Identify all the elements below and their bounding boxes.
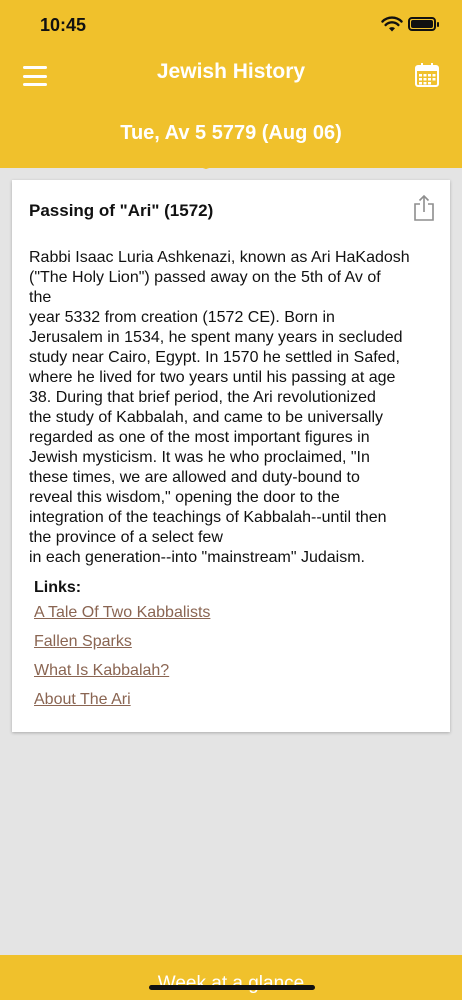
- links-heading: Links:: [34, 579, 82, 596]
- description-line: study near Cairo, Egypt. In 1570 he sett…: [29, 349, 400, 366]
- link-about-the-ari[interactable]: About The Ari: [34, 691, 131, 709]
- share-icon[interactable]: [412, 194, 436, 222]
- home-indicator[interactable]: [149, 985, 315, 990]
- wifi-icon: [381, 16, 403, 32]
- description-line: ("The Holy Lion") passed away on the 5th…: [29, 269, 381, 286]
- event-description: Rabbi Isaac Luria Ashkenazi, known as Ar…: [29, 248, 434, 568]
- status-time: 10:45: [40, 15, 87, 35]
- description-line: Jerusalem in 1534, he spent many years i…: [29, 329, 403, 346]
- description-line: where he lived for two years until his p…: [29, 369, 396, 386]
- header: Jewish History Tue, Av 5 5779 (Aug 06): [0, 50, 462, 168]
- description-line: integration of the teachings of Kabbalah…: [29, 509, 387, 526]
- link-tale-of-two-kabbalists[interactable]: A Tale Of Two Kabbalists: [34, 604, 210, 622]
- week-at-a-glance-button[interactable]: Week at a glance: [0, 955, 462, 1000]
- description-line: in each generation--into "mainstream" Ju…: [29, 549, 365, 566]
- description-line: reveal this wisdom," opening the door to…: [29, 489, 340, 506]
- description-line: 38. During that brief period, the Ari re…: [29, 389, 376, 406]
- event-card: Passing of "Ari" (1572) Rabbi Isaac Luri…: [12, 180, 450, 732]
- event-title: Passing of "Ari" (1572): [29, 201, 214, 220]
- description-line: these times, we are allowed and duty-bou…: [29, 469, 360, 486]
- hebrew-date-title: Tue, Av 5 5779 (Aug 06): [120, 122, 342, 144]
- week-at-a-glance-label: Week at a glance: [157, 973, 305, 994]
- link-what-is-kabbalah[interactable]: What Is Kabbalah?: [34, 662, 169, 680]
- description-line: Rabbi Isaac Luria Ashkenazi, known as Ar…: [29, 249, 410, 266]
- torn-paper-edge: [0, 158, 462, 169]
- app-title: Jewish History: [156, 60, 306, 83]
- status-bar: 10:45: [0, 0, 462, 50]
- screen: 10:45 Jewish History Tue, Av 5 5779 (Aug…: [0, 0, 462, 1000]
- description-line: regarded as one of the most important fi…: [29, 429, 370, 446]
- description-line: the: [29, 289, 52, 306]
- link-fallen-sparks[interactable]: Fallen Sparks: [34, 633, 132, 651]
- calendar-icon[interactable]: [414, 62, 440, 88]
- description-line: the study of Kabbalah, and came to be un…: [29, 409, 383, 426]
- description-line: year 5332 from creation (1572 CE). Born …: [29, 309, 335, 326]
- description-line: Jewish mysticism. It was he who proclaim…: [29, 449, 370, 466]
- description-line: the province of a select few: [29, 529, 223, 546]
- battery-icon: [408, 17, 439, 31]
